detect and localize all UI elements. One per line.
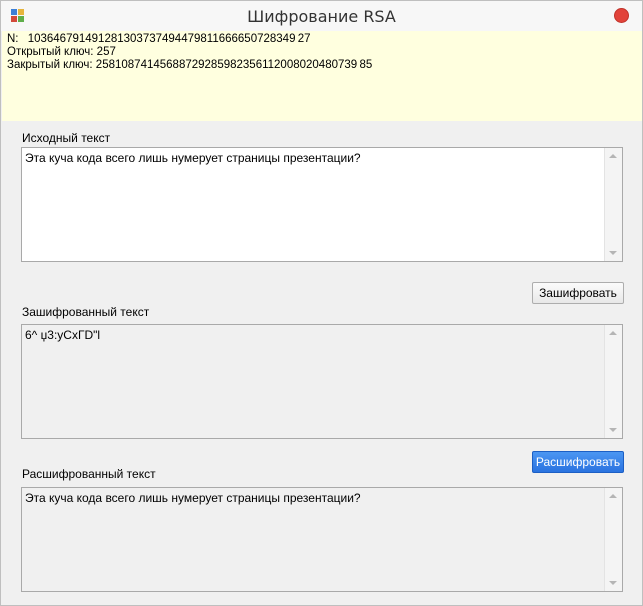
decrypted-text-value: Эта куча кода всего лишь нумерует страни… [25,491,361,505]
title-bar[interactable]: Шифрование RSA [1,1,642,31]
main-window: Шифрование RSA N: 1036467914912813037374… [0,0,643,606]
encrypted-scrollbar[interactable] [604,325,622,438]
scroll-down-icon[interactable] [609,428,617,432]
scroll-up-icon[interactable] [609,154,617,158]
decrypted-text-label: Расшифрованный текст [22,467,156,481]
public-key-text: Открытый ключ: 257 [7,46,116,58]
source-text-label: Исходный текст [22,131,111,145]
scroll-down-icon[interactable] [609,251,617,255]
scroll-up-icon[interactable] [609,494,617,498]
scroll-up-icon[interactable] [609,331,617,335]
decrypted-textarea[interactable]: Эта куча кода всего лишь нумерует страни… [21,487,623,592]
encrypted-text-value: 6^ џ3:уСхГD"l [25,328,101,342]
source-textarea[interactable]: Эта куча кода всего лишь нумерует страни… [21,147,623,262]
decrypt-button[interactable]: Расшифровать [532,451,624,473]
decrypted-scrollbar[interactable] [604,488,622,591]
encrypt-button[interactable]: Зашифровать [532,282,624,304]
n-value: 1036467914912813037374944798116666507283… [27,33,311,45]
n-label: N: [7,33,19,45]
n-line: N: 1036467914912813037374944798116666507… [7,33,311,45]
key-info-panel: N: 1036467914912813037374944798116666507… [2,31,642,121]
close-icon[interactable] [614,8,629,23]
window-title: Шифрование RSA [247,7,396,26]
encrypted-text-label: Зашифрованный текст [22,305,150,319]
scroll-down-icon[interactable] [609,581,617,585]
private-key-text: Закрытый ключ: 2581087414568872928598235… [7,59,373,71]
source-scrollbar[interactable] [604,148,622,261]
encrypted-textarea[interactable]: 6^ џ3:уСхГD"l [21,324,623,439]
source-text-value: Эта куча кода всего лишь нумерует страни… [25,151,361,165]
